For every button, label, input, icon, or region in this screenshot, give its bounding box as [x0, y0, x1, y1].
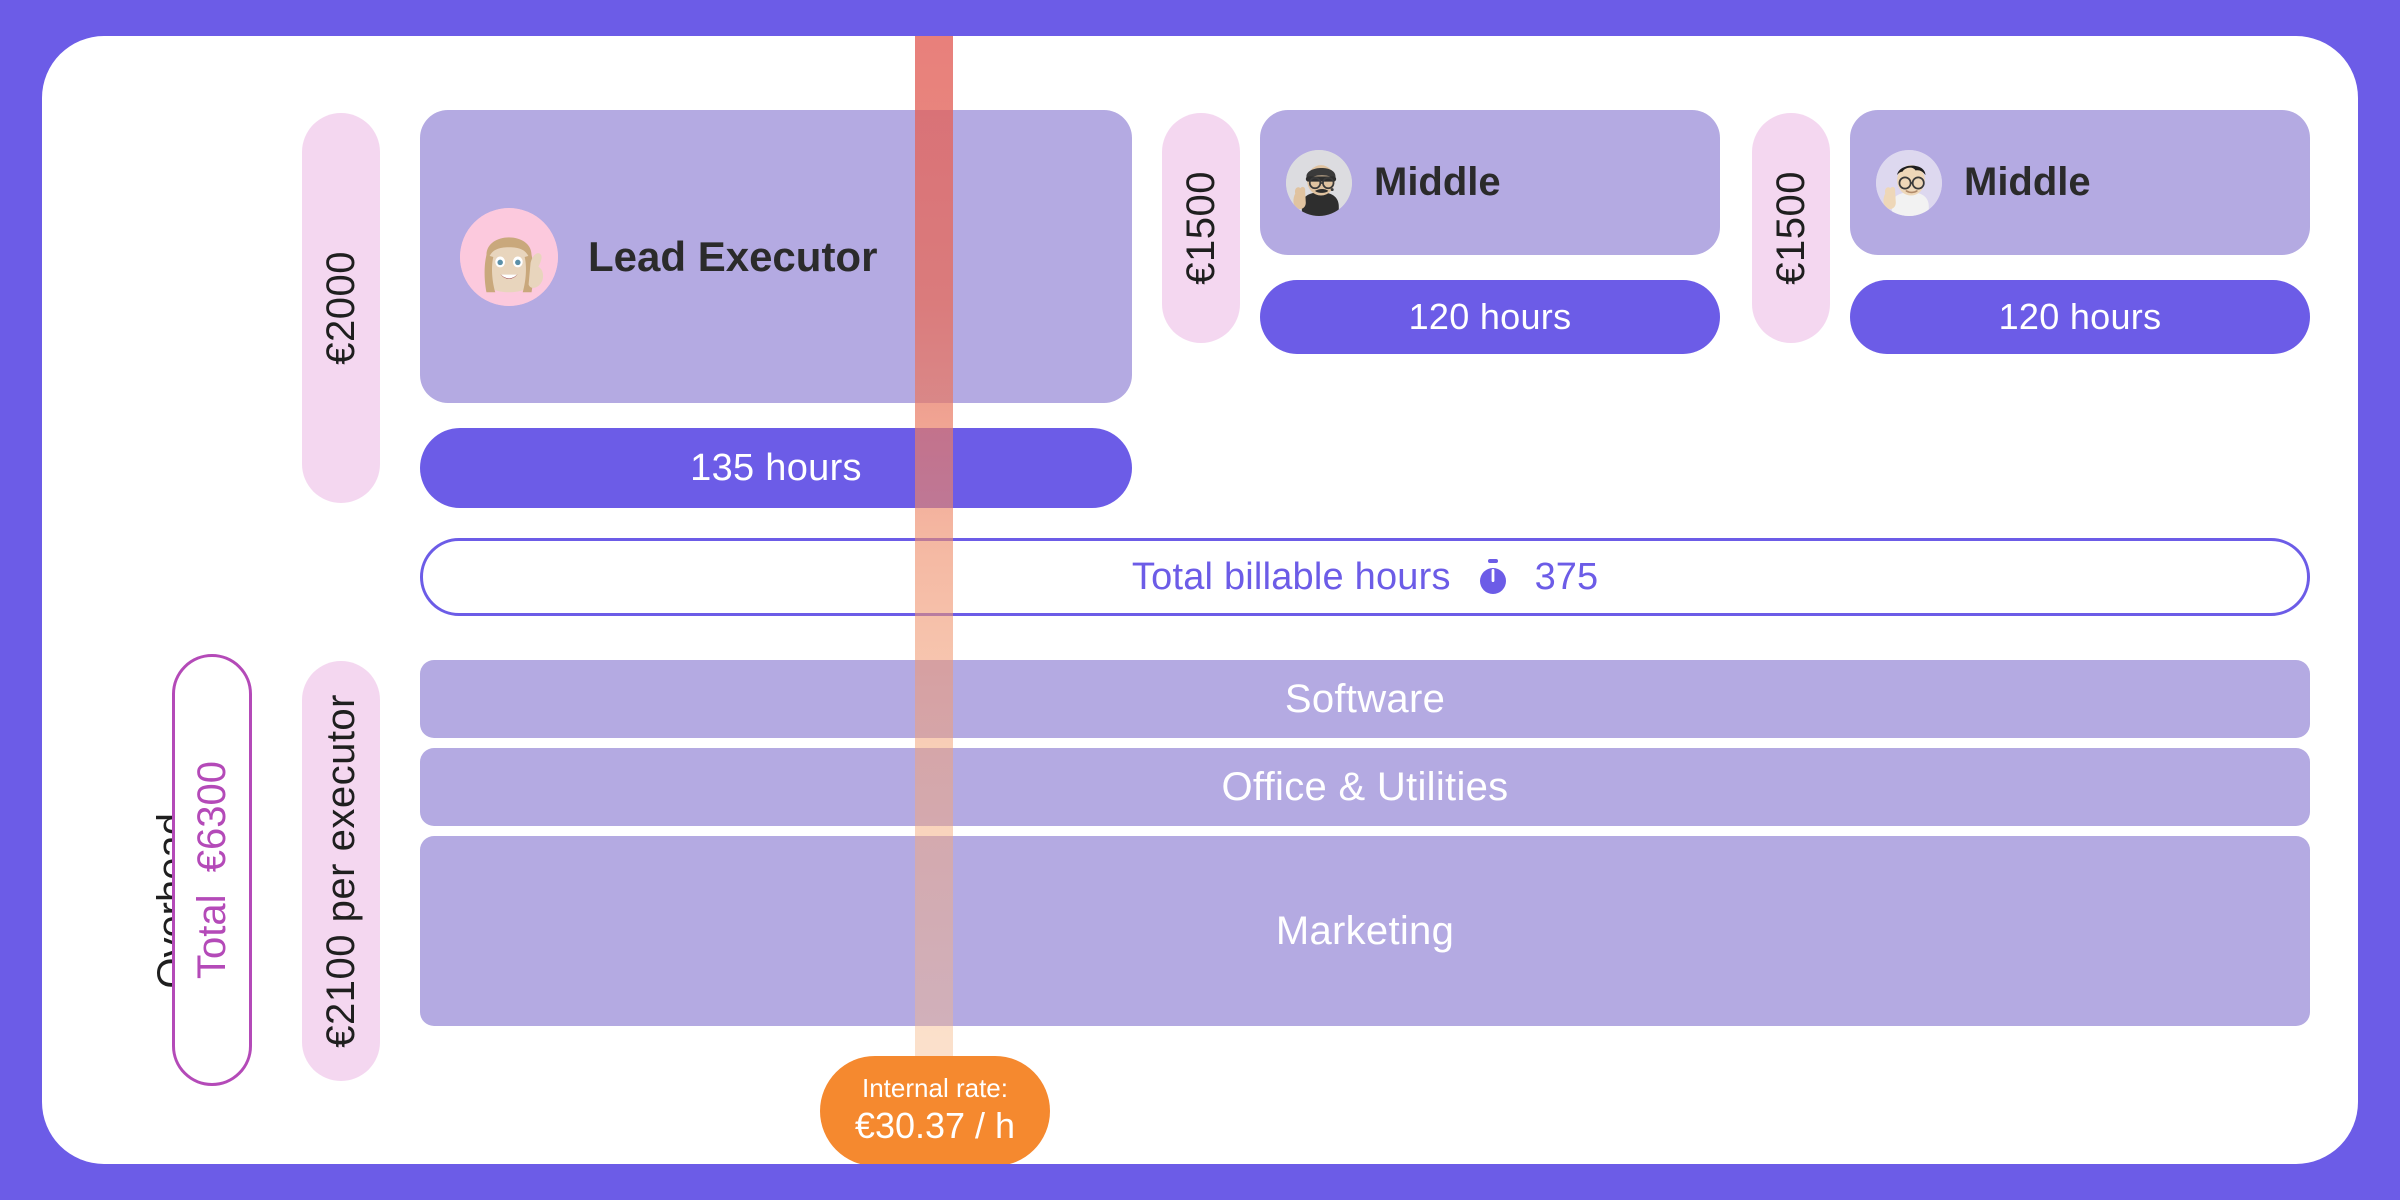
overhead-row-office-utilities[interactable]: Office & Utilities — [420, 748, 2310, 826]
overhead-row-marketing[interactable]: Marketing — [420, 836, 2310, 1026]
overhead-total-pill: Total €6300 — [172, 654, 252, 1086]
overhead-row-label: Office & Utilities — [1221, 764, 1509, 809]
executor-cost-pill-lead: €2000 — [302, 113, 380, 503]
executor-card-lead[interactable]: Lead Executor — [420, 110, 1132, 403]
executor-hours-label: 120 hours — [1998, 296, 2162, 337]
overhead-per-executor-label: €2100 per executor — [319, 694, 363, 1048]
executor-role-label: Middle — [1374, 160, 1501, 204]
man-thumbs-up-glasses-avatar — [1876, 149, 1942, 216]
overhead-total-text: Total €6300 — [190, 761, 234, 979]
internal-rate-badge[interactable]: Internal rate: €30.37 / h — [820, 1056, 1050, 1164]
overhead-row-label: Marketing — [1275, 908, 1455, 953]
total-billable-hours-pill[interactable]: Total billable hours 375 — [420, 538, 2310, 616]
executor-hours-bar-middle-2[interactable]: 120 hours — [1850, 280, 2310, 354]
executor-cost-label: €1500 — [1769, 171, 1813, 285]
overhead-row-software[interactable]: Software — [420, 660, 2310, 738]
stopwatch-icon — [1473, 557, 1513, 597]
total-billable-hours-value: 375 — [1534, 555, 1599, 598]
overhead-total-label: Total — [190, 894, 234, 979]
executor-cost-pill-middle-2: €1500 — [1752, 113, 1830, 343]
executor-card-middle-2[interactable]: Middle — [1850, 110, 2310, 255]
executor-cost-label: €1500 — [1179, 171, 1223, 285]
woman-raising-finger-avatar — [460, 207, 558, 306]
executor-cost-pill-middle-1: €1500 — [1162, 113, 1240, 343]
executor-card-middle-1[interactable]: Middle — [1260, 110, 1720, 255]
internal-rate-value: €30.37 / h — [854, 1105, 1016, 1147]
overhead-per-executor-pill: €2100 per executor — [302, 661, 380, 1081]
executor-role-label: Lead Executor — [588, 232, 878, 280]
man-thumbs-up-beanie-avatar — [1286, 149, 1352, 216]
executor-cost-label: €2000 — [319, 251, 363, 365]
executor-hours-label: 120 hours — [1408, 296, 1572, 337]
executor-role-label: Middle — [1964, 160, 2091, 204]
executor-hours-bar-middle-1[interactable]: 120 hours — [1260, 280, 1720, 354]
executor-hours-label: 135 hours — [690, 446, 862, 489]
overhead-row-label: Software — [1284, 676, 1446, 721]
total-billable-hours-label: Total billable hours — [1131, 555, 1451, 598]
internal-rate-title: Internal rate: — [862, 1073, 1008, 1104]
diagram-card: €2000 Lead Executor 135 hours €1500 Midd… — [42, 36, 2358, 1164]
overhead-total-value: €6300 — [190, 761, 234, 873]
executor-hours-bar-lead[interactable]: 135 hours — [420, 428, 1132, 508]
